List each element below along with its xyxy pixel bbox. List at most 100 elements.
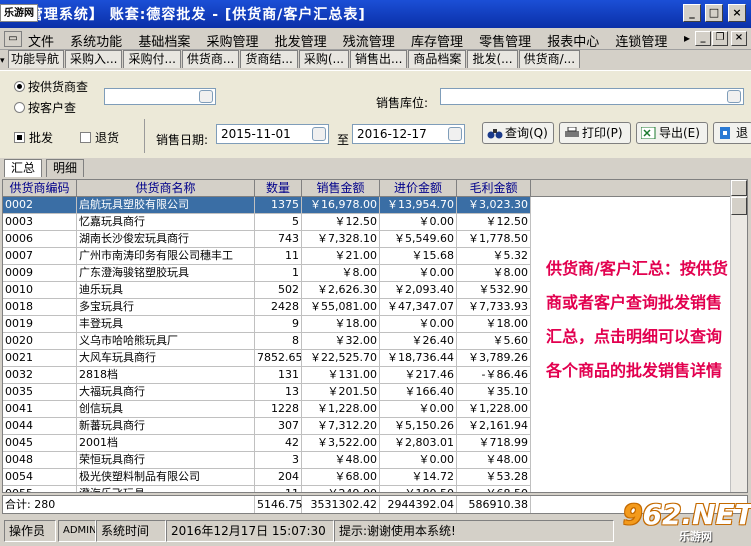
dropdown-icon[interactable] [727, 90, 741, 103]
table-row[interactable]: 0002 启航玩具塑胶有限公司 1375 ￥16,978.00 ￥13,954.70 ￥3… [3, 197, 531, 214]
cell-sales: ￥55,081.00 [302, 299, 380, 316]
menu-file[interactable]: 文件 [28, 35, 54, 50]
column-header[interactable]: 数量 [255, 180, 302, 197]
date-to-value: 2016-12-17 [357, 127, 427, 141]
cell-profit: ￥5.60 [457, 333, 531, 350]
wholesale-checkbox[interactable]: 批发 [14, 129, 53, 146]
cell-name: 2001档 [77, 435, 255, 452]
date-to-input[interactable]: 2016-12-17 [352, 124, 465, 144]
cell-quantity: 3 [255, 452, 302, 469]
menu-flow[interactable]: 残流管理 [343, 35, 395, 50]
table-row[interactable]: 0021 大风车玩具商行 7852.65 ￥22,525.70 ￥18,736.44 ￥3… [3, 350, 531, 367]
export-button[interactable]: 导出(E) [636, 122, 708, 144]
cell-cost: ￥5,150.26 [380, 418, 457, 435]
sales-date-label: 销售日期: [156, 133, 209, 147]
mdi-minimize-button[interactable]: _ [695, 31, 711, 46]
cell-name: 湖南长沙俊宏玩具商行 [77, 231, 255, 248]
divider [144, 119, 145, 153]
table-row[interactable]: 0018 多宝玩具行 2428 ￥55,081.00 ￥47,347.07 ￥7,733.… [3, 299, 531, 316]
cell-quantity: 11 [255, 486, 302, 492]
system-menu-icon[interactable]: ▭ [4, 31, 22, 47]
cell-name: 广东澄海骏铭塑胶玩具 [77, 265, 255, 282]
menu-more-icon[interactable]: ▸ [684, 31, 690, 45]
tab-wholesale[interactable]: 批发(... [467, 50, 518, 68]
table-row[interactable]: 0048 荣恒玩具商行 3 ￥48.00 ￥0.00 ￥48.00 [3, 452, 531, 469]
column-header[interactable]: 毛利金额 [457, 180, 531, 197]
tab-summary[interactable]: 汇总 [4, 159, 43, 177]
table-row[interactable]: 0054 极光侠塑料制品有限公司 204 ￥68.00 ￥14.72 ￥53.28 [3, 469, 531, 486]
party-select[interactable] [104, 88, 216, 105]
dropdown-icon[interactable] [199, 90, 213, 103]
sales-warehouse-select[interactable] [440, 88, 744, 105]
column-header[interactable]: 供货商编码 [3, 180, 77, 197]
menu-retail[interactable]: 零售管理 [479, 35, 531, 50]
print-button[interactable]: 打印(P) [559, 122, 631, 144]
scroll-up-icon[interactable] [731, 180, 747, 196]
minimize-button[interactable]: _ [683, 4, 701, 22]
table-row[interactable]: 0041 创信玩具 1228 ￥1,228.00 ￥0.00 ￥1,228.00 [3, 401, 531, 418]
cell-sales: ￥3,522.00 [302, 435, 380, 452]
menu-basic-files[interactable]: 基础档案 [138, 35, 190, 50]
cell-code: 0045 [3, 435, 77, 452]
menu-purchase[interactable]: 采购管理 [206, 35, 258, 50]
date-from-input[interactable]: 2015-11-01 [216, 124, 329, 144]
cell-name: 澄海乐飞玩具 [77, 486, 255, 492]
menu-chain[interactable]: 连锁管理 [615, 35, 667, 50]
tab-sales-out[interactable]: 销售出... [349, 50, 408, 68]
cell-name: 新蕃玩具商行 [77, 418, 255, 435]
calendar-dropdown-icon[interactable] [312, 127, 326, 141]
exit-button[interactable]: 退 [713, 122, 751, 144]
scroll-thumb[interactable] [731, 197, 747, 215]
table-row[interactable]: 0032 2818档 131 ￥131.00 ￥217.46 -￥86.46 [3, 367, 531, 384]
tab-supplier-settle[interactable]: 货商结... [240, 50, 298, 68]
table-row[interactable]: 0045 2001档 42 ￥3,522.00 ￥2,803.01 ￥718.99 [3, 435, 531, 452]
radio-by-supplier[interactable]: 按供货商查 [14, 78, 88, 95]
mdi-restore-button[interactable]: ❐ [712, 31, 728, 46]
table-row[interactable]: 0055澄海乐飞玩具11￥249.00￥180.50￥68.50 [3, 486, 531, 492]
menu-wholesale[interactable]: 批发管理 [275, 35, 327, 50]
menu-reports[interactable]: 报表中心 [547, 35, 599, 50]
calendar-dropdown-icon[interactable] [448, 127, 462, 141]
tab-purchase-pay[interactable]: 采购付... [123, 50, 181, 68]
table-row[interactable]: 0035 大福玩具商行 13 ￥201.50 ￥166.40 ￥35.10 [3, 384, 531, 401]
column-header[interactable]: 供货商名称 [77, 180, 255, 197]
vertical-scrollbar[interactable] [730, 180, 747, 492]
table-row[interactable]: 0007 广州市南涛印务有限公司穗丰工 11 ￥21.00 ￥15.68 ￥5.32 [3, 248, 531, 265]
tab-nav[interactable]: 功能导航 [8, 50, 65, 68]
table-row[interactable]: 0044 新蕃玩具商行 307 ￥7,312.20 ￥5,150.26 ￥2,161.94 [3, 418, 531, 435]
radio-by-customer[interactable]: 按客户查 [14, 99, 76, 116]
column-header[interactable]: 进价金额 [380, 180, 457, 197]
tab-details[interactable]: 明细 [46, 159, 85, 177]
tab-supplier-customer[interactable]: 供货商/... [518, 50, 581, 68]
table-row[interactable]: 0006 湖南长沙俊宏玩具商行 743 ￥7,328.10 ￥5,549.60 ￥1,77… [3, 231, 531, 248]
checkbox-icon [80, 132, 91, 143]
tab-supplier-a[interactable]: 供货商... [181, 50, 240, 68]
return-checkbox[interactable]: 退货 [80, 129, 119, 146]
menu-system-functions[interactable]: 系统功能 [70, 35, 122, 50]
query-button[interactable]: 查询(Q) [482, 122, 554, 144]
cell-code: 0003 [3, 214, 77, 231]
cell-quantity: 8 [255, 333, 302, 350]
close-button[interactable]: × [728, 4, 746, 22]
tab-purchase-in[interactable]: 采购入... [65, 50, 123, 68]
tab-scroll-icon[interactable]: ▾ [0, 56, 8, 66]
tab-product-files[interactable]: 商品档案 [408, 50, 467, 68]
column-header[interactable]: 销售金额 [302, 180, 380, 197]
table-row[interactable]: 0010 迪乐玩具 502 ￥2,626.30 ￥2,093.40 ￥532.90 [3, 282, 531, 299]
menu-bar: ▭ 文件 系统功能 基础档案 采购管理 批发管理 残流管理 库存管理 零售管理 … [0, 28, 751, 50]
radio-dot-icon [14, 81, 25, 92]
tab-purchase[interactable]: 采购(... [298, 50, 349, 68]
menu-inventory[interactable]: 库存管理 [411, 35, 463, 50]
table-row[interactable]: 0019 丰登玩具 9 ￥18.00 ￥0.00 ￥18.00 [3, 316, 531, 333]
table-row[interactable]: 0020 义乌市哈哈熊玩具厂 8 ￥32.00 ￥26.40 ￥5.60 [3, 333, 531, 350]
cell-profit: ￥532.90 [457, 282, 531, 299]
cell-cost: ￥0.00 [380, 401, 457, 418]
table-row[interactable]: 0009 广东澄海骏铭塑胶玩具 1 ￥8.00 ￥0.00 ￥8.00 [3, 265, 531, 282]
system-time: 2016年12月17日 15:07:30 [166, 520, 334, 542]
cell-code: 0019 [3, 316, 77, 333]
mdi-close-button[interactable]: × [731, 31, 747, 46]
maximize-button[interactable]: □ [705, 4, 723, 22]
table-row[interactable]: 0003 忆嘉玩具商行 5 ￥12.50 ￥0.00 ￥12.50 [3, 214, 531, 231]
printer-icon [564, 125, 580, 137]
title-bar[interactable]: 【 管理系统】 账套:德容批发 - [供货商/客户汇总表] 乐游网 _ □ × [0, 0, 751, 28]
